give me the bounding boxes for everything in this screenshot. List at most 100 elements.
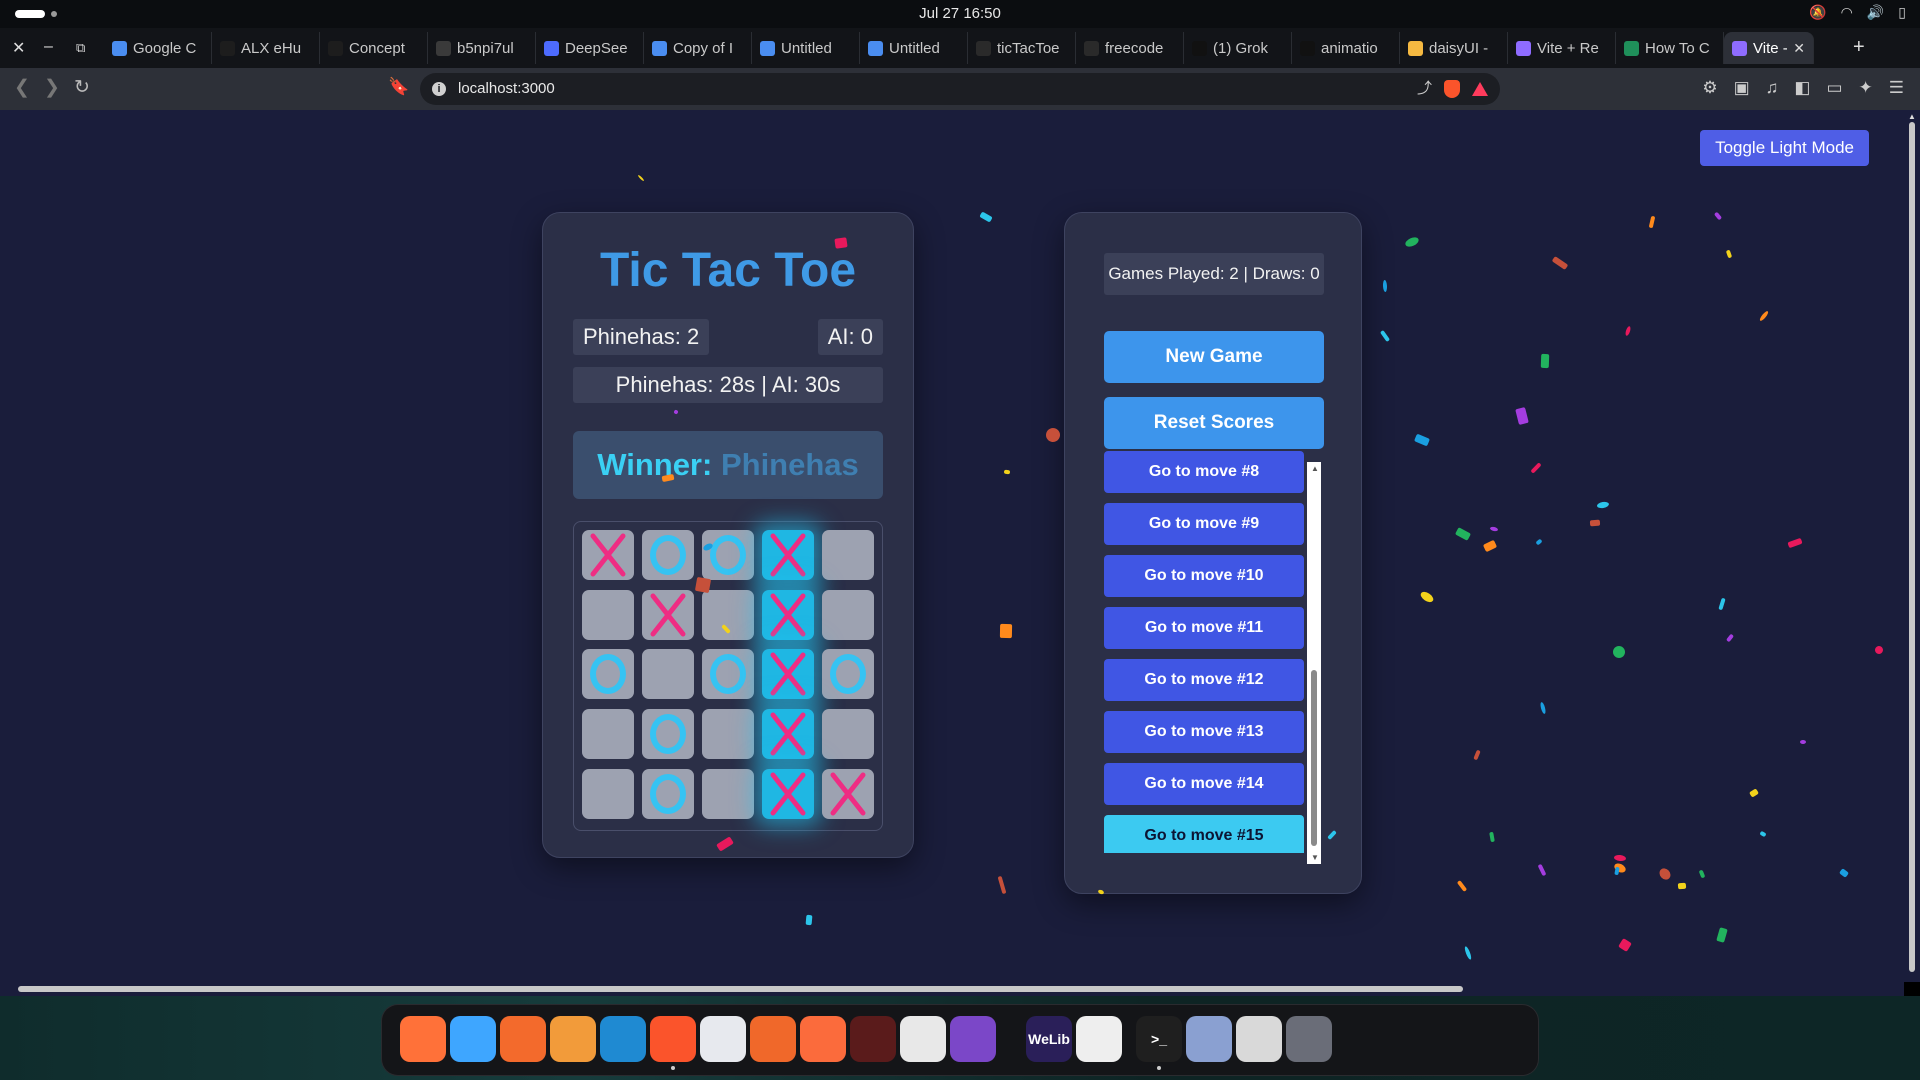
welib-icon[interactable]: WeLib [1026, 1016, 1072, 1062]
browser-tab[interactable]: Google C [104, 32, 212, 64]
browser-tab[interactable]: ticTacToe [968, 32, 1076, 64]
system-status-icons[interactable]: 🔕 ◠ 🔊 ▯ [1809, 4, 1906, 21]
board-cell[interactable] [762, 709, 814, 759]
finder-icon[interactable] [450, 1016, 496, 1062]
toggle-light-mode-button[interactable]: Toggle Light Mode [1700, 130, 1869, 166]
board-cell[interactable] [702, 649, 754, 699]
move-history-button[interactable]: Go to move #13 [1104, 711, 1304, 753]
board-cell[interactable] [762, 530, 814, 580]
board-cell[interactable] [702, 769, 754, 819]
bookmark-icon[interactable]: 🔖 [388, 77, 409, 97]
vscode-icon[interactable] [600, 1016, 646, 1062]
pencil-app-icon[interactable] [800, 1016, 846, 1062]
reload-icon[interactable]: ↻ [74, 76, 90, 99]
share-app-icon[interactable] [750, 1016, 796, 1062]
move-list-scroll-thumb[interactable] [1311, 670, 1317, 846]
browser-tab[interactable]: freecode [1076, 32, 1184, 64]
board-cell[interactable] [582, 530, 634, 580]
browser-tab[interactable]: How To C [1616, 32, 1724, 64]
browser-tab[interactable]: Copy of I [644, 32, 752, 64]
board-cell[interactable] [702, 709, 754, 759]
move-history-button[interactable]: Go to move #10 [1104, 555, 1304, 597]
trash-icon[interactable] [1236, 1016, 1282, 1062]
forward-button[interactable]: ❯ [44, 76, 60, 99]
notes-icon[interactable] [700, 1016, 746, 1062]
board-cell[interactable] [642, 709, 694, 759]
board-cell[interactable] [822, 590, 874, 640]
board-cell[interactable] [582, 649, 634, 699]
scroll-down-icon[interactable]: ▼ [1311, 853, 1319, 862]
browser-tab[interactable]: b5npi7ul [428, 32, 536, 64]
board-cell[interactable] [582, 769, 634, 819]
vertical-scroll-thumb[interactable] [1909, 122, 1915, 972]
browser-tab[interactable]: Untitled [860, 32, 968, 64]
chrome-icon[interactable] [900, 1016, 946, 1062]
move-history-list[interactable]: Go to move #8 Go to move #9 Go to move #10… [1104, 451, 1326, 853]
photo-app-icon[interactable] [550, 1016, 596, 1062]
app-grid-icon[interactable] [1286, 1016, 1332, 1062]
move-history-button[interactable]: Go to move #8 [1104, 451, 1304, 493]
move-history-button[interactable]: Go to move #15 [1104, 815, 1304, 853]
board-cell[interactable] [642, 769, 694, 819]
scroll-up-arrow-icon[interactable]: ▲ [1908, 112, 1916, 121]
browser-tab[interactable]: (1) Grok [1184, 32, 1292, 64]
extensions-icon[interactable]: ⚙ [1702, 78, 1717, 98]
board-cell[interactable] [822, 709, 874, 759]
move-history-button[interactable]: Go to move #11 [1104, 607, 1304, 649]
board-cell[interactable] [762, 769, 814, 819]
brave-rewards-icon[interactable] [1472, 82, 1488, 96]
menu-icon[interactable]: ☰ [1889, 78, 1904, 98]
disk-utility-icon[interactable] [1186, 1016, 1232, 1062]
browser-tab[interactable]: Untitled [752, 32, 860, 64]
page-horizontal-scrollbar[interactable] [0, 982, 1904, 996]
move-history-button[interactable]: Go to move #9 [1104, 503, 1304, 545]
time-machine-icon[interactable] [850, 1016, 896, 1062]
app-store-icon[interactable] [500, 1016, 546, 1062]
terminal-icon[interactable]: >_ [1136, 1016, 1182, 1062]
brave-shields-icon[interactable] [1444, 80, 1460, 98]
board-cell[interactable] [582, 709, 634, 759]
brave-icon[interactable] [650, 1016, 696, 1062]
restore-window-icon[interactable]: ⧉ [76, 40, 85, 56]
board-cell[interactable] [822, 649, 874, 699]
system-clock[interactable]: Jul 27 16:50 [0, 5, 1920, 22]
move-history-button[interactable]: Go to move #12 [1104, 659, 1304, 701]
wallet-icon[interactable]: ▭ [1826, 78, 1842, 98]
browser-tab[interactable]: DeepSee [536, 32, 644, 64]
site-info-icon[interactable]: i [432, 82, 446, 96]
media-icon[interactable]: ♫ [1766, 78, 1779, 98]
board-cell[interactable] [702, 530, 754, 580]
board-cell[interactable] [762, 590, 814, 640]
board-cell[interactable] [822, 530, 874, 580]
sidebar-icon[interactable]: ◧ [1794, 78, 1810, 98]
browser-tab[interactable]: Concept [320, 32, 428, 64]
firefox-icon[interactable] [400, 1016, 446, 1062]
new-tab-button[interactable]: + [1853, 36, 1865, 59]
close-tab-icon[interactable]: ✕ [1793, 40, 1805, 57]
board-cell[interactable] [642, 590, 694, 640]
app-squirrel-icon[interactable] [1076, 1016, 1122, 1062]
back-button[interactable]: ❮ [14, 76, 30, 99]
leo-ai-icon[interactable]: ✦ [1859, 78, 1873, 98]
board-cell[interactable] [642, 530, 694, 580]
browser-tab[interactable]: Vite + Re [1508, 32, 1616, 64]
minimize-window-icon[interactable]: – [44, 38, 53, 56]
new-game-button[interactable]: New Game [1104, 331, 1324, 383]
board-cell[interactable] [642, 649, 694, 699]
close-window-icon[interactable]: ✕ [12, 38, 25, 58]
move-list-scrollbar[interactable]: ▲ ▼ [1307, 462, 1321, 864]
move-history-button[interactable]: Go to move #14 [1104, 763, 1304, 805]
reset-scores-button[interactable]: Reset Scores [1104, 397, 1324, 449]
page-vertical-scrollbar[interactable]: ▲ [1904, 110, 1920, 982]
browser-tab[interactable]: ALX eHu [212, 32, 320, 64]
scroll-up-icon[interactable]: ▲ [1311, 464, 1319, 473]
browser-tab[interactable]: daisyUI - [1400, 32, 1508, 64]
screenshot-icon[interactable]: ▣ [1734, 78, 1750, 98]
address-bar[interactable]: i localhost:3000 ⤴ [420, 73, 1500, 105]
board-cell[interactable] [762, 649, 814, 699]
browser-tab[interactable]: Vite - ✕ [1724, 32, 1814, 64]
github-desktop-icon[interactable] [950, 1016, 996, 1062]
board-cell[interactable] [582, 590, 634, 640]
browser-tab[interactable]: animatio [1292, 32, 1400, 64]
horizontal-scroll-thumb[interactable] [18, 986, 1463, 992]
